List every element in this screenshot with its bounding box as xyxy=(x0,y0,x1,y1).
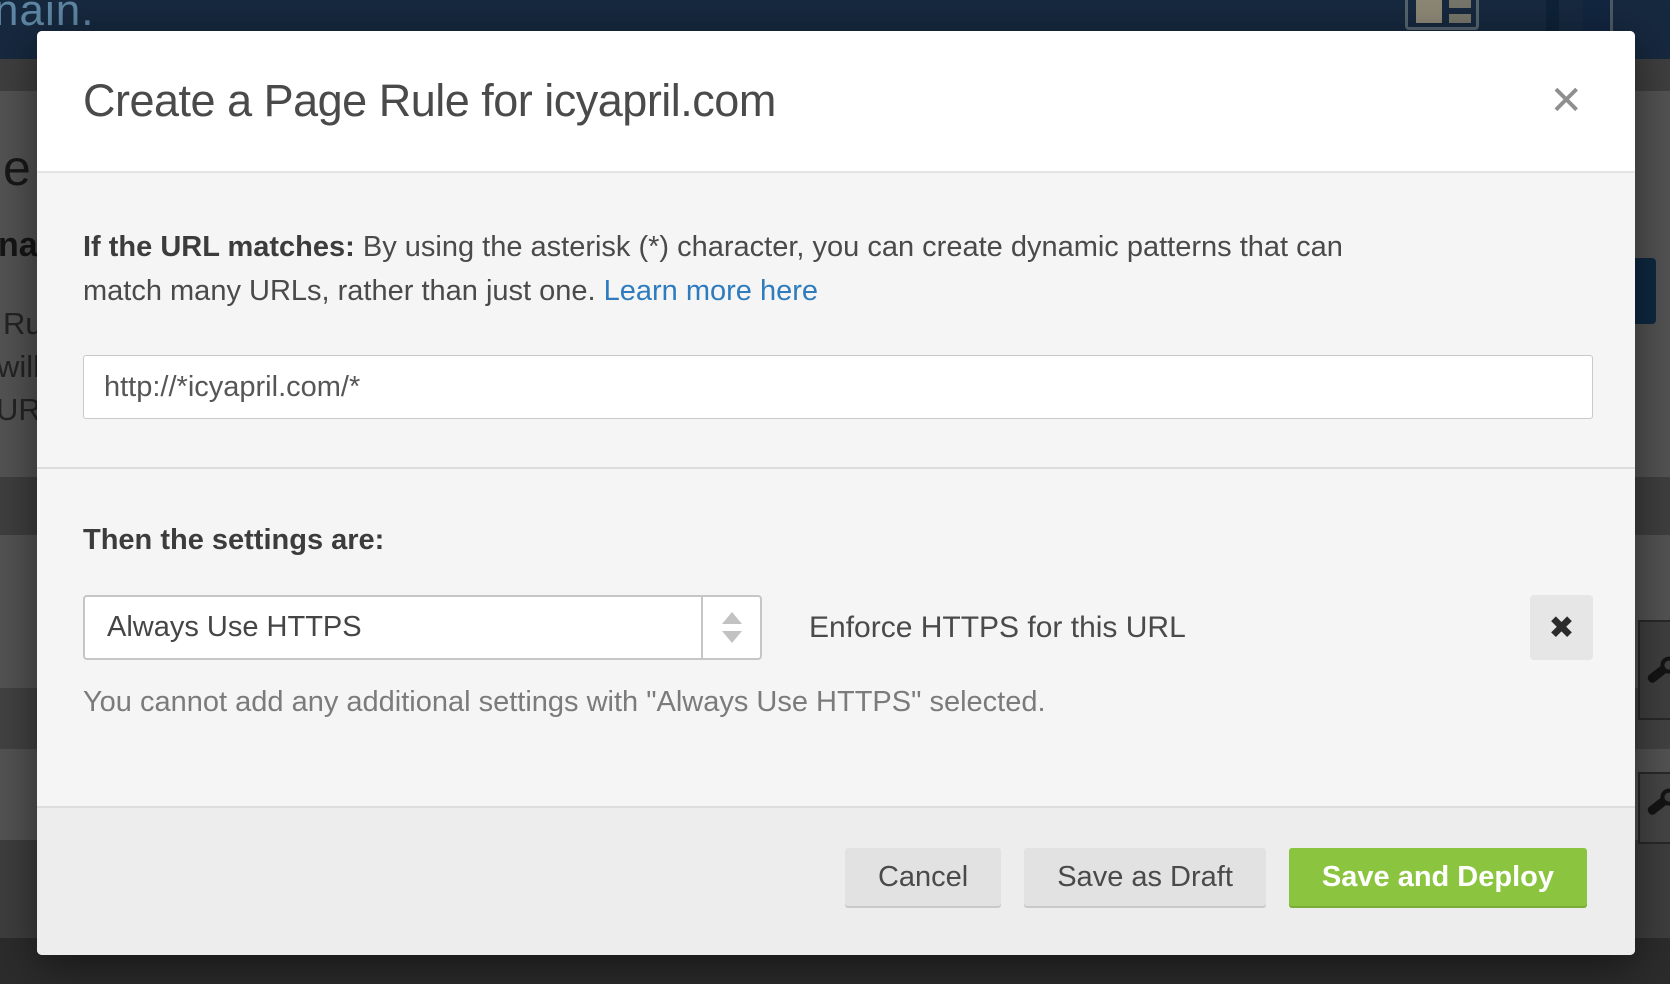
setting-select[interactable]: Always Use HTTPS xyxy=(83,595,762,660)
remove-x-icon: ✖ xyxy=(1549,610,1575,646)
url-match-lead: If the URL matches: xyxy=(83,231,355,263)
chevron-up-icon xyxy=(722,612,742,624)
card-list-icon xyxy=(1405,0,1479,30)
modal-title: Create a Page Rule for icyapril.com xyxy=(83,75,776,127)
learn-more-link[interactable]: Learn more here xyxy=(604,275,818,307)
background-text-fragment: e xyxy=(3,139,31,197)
close-icon[interactable]: ✕ xyxy=(1543,77,1589,125)
modal-header: Create a Page Rule for icyapril.com ✕ xyxy=(37,31,1635,173)
remove-setting-button[interactable]: ✖ xyxy=(1530,595,1593,660)
background-text-fragment: UR xyxy=(0,392,41,428)
save-as-draft-button[interactable]: Save as Draft xyxy=(1024,848,1266,906)
modal-footer: Cancel Save as Draft Save and Deploy xyxy=(37,806,1635,955)
wrench-icon xyxy=(1646,661,1670,685)
url-pattern-input[interactable] xyxy=(83,355,1593,419)
settings-heading: Then the settings are: xyxy=(83,524,1593,557)
setting-select-value: Always Use HTTPS xyxy=(85,611,701,644)
setting-description: Enforce HTTPS for this URL xyxy=(809,611,1186,645)
select-stepper[interactable] xyxy=(701,597,760,658)
wrench-icon xyxy=(1646,793,1670,817)
url-match-section: If the URL matches: By using the asteris… xyxy=(37,173,1635,419)
settings-section: Then the settings are: Always Use HTTPS … xyxy=(37,469,1635,719)
settings-note: You cannot add any additional settings w… xyxy=(83,686,1593,719)
url-match-help-text: If the URL matches: By using the asteris… xyxy=(83,225,1589,313)
background-rule-row-fragment xyxy=(1638,620,1670,720)
background-text-fragment: will xyxy=(0,349,40,385)
chevron-down-icon xyxy=(722,631,742,643)
save-and-deploy-button[interactable]: Save and Deploy xyxy=(1289,848,1587,906)
setting-row: Always Use HTTPS Enforce HTTPS for this … xyxy=(83,595,1593,660)
background-rule-row-fragment xyxy=(1638,772,1670,844)
cancel-button[interactable]: Cancel xyxy=(845,848,1001,906)
create-page-rule-modal: Create a Page Rule for icyapril.com ✕ If… xyxy=(37,31,1635,955)
